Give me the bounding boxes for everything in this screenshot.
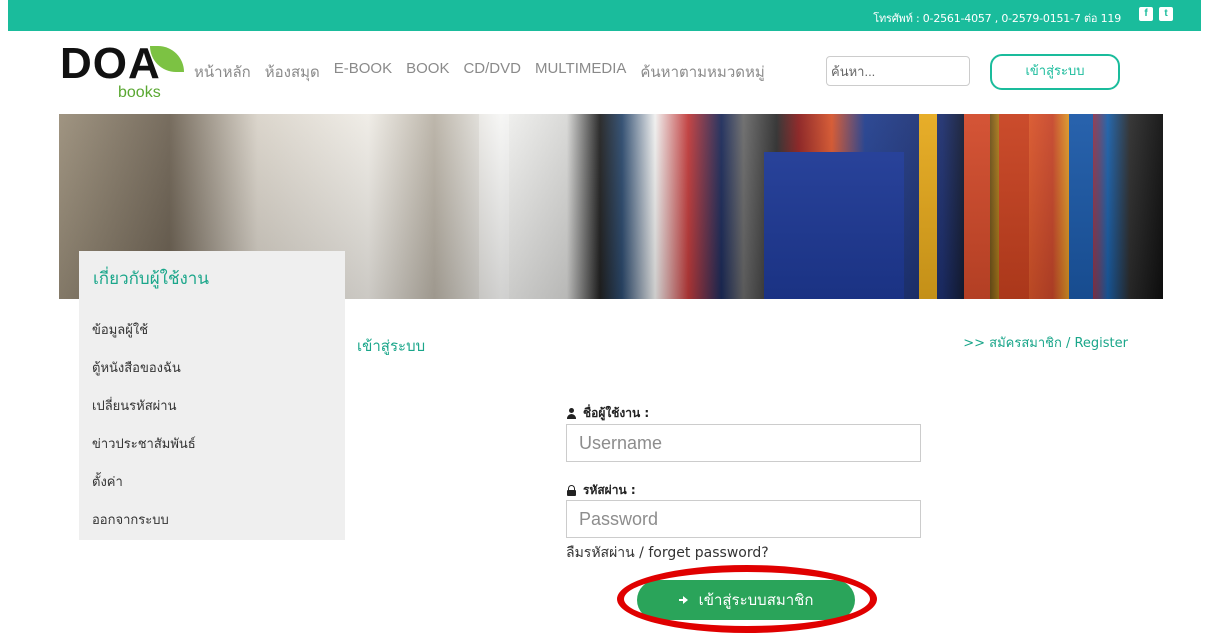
nav-home[interactable]: หน้าหลัก	[194, 60, 251, 84]
password-label-text: รหัสผ่าน :	[583, 483, 636, 497]
nav-ebook[interactable]: E-BOOK	[334, 60, 392, 84]
main-nav: หน้าหลัก ห้องสมุด E-BOOK BOOK CD/DVD MUL…	[194, 60, 779, 84]
highlight-ring	[617, 565, 877, 633]
logo-mark: DOA	[60, 39, 161, 88]
sidebar-title: เกี่ยวกับผู้ใช้งาน	[93, 269, 209, 289]
username-label-text: ชื่อผู้ใช้งาน :	[583, 406, 650, 420]
nav-multimedia[interactable]: MULTIMEDIA	[535, 60, 626, 84]
sidebar-item-change-password[interactable]: เปลี่ยนรหัสผ่าน	[79, 399, 345, 437]
user-icon	[566, 408, 577, 419]
facebook-icon[interactable]: f	[1139, 7, 1153, 21]
logo-subtitle: books	[118, 84, 161, 101]
top-bar: โทรศัพท์ : 0-2561-4057 , 0-2579-0151-7 ต…	[8, 0, 1201, 31]
search-input[interactable]	[826, 56, 970, 86]
user-sidebar: เกี่ยวกับผู้ใช้งาน ข้อมูลผู้ใช้ ตู้หนังส…	[79, 251, 345, 540]
contact-phone: โทรศัพท์ : 0-2561-4057 , 0-2579-0151-7 ต…	[873, 12, 1121, 25]
register-link[interactable]: >> สมัครสมาชิก / Register	[963, 332, 1128, 353]
sidebar-item-logout[interactable]: ออกจากระบบ	[79, 513, 345, 551]
forgot-password-link[interactable]: ลืมรหัสผ่าน / forget password?	[566, 542, 769, 564]
twitter-icon[interactable]: t	[1159, 7, 1173, 21]
username-label: ชื่อผู้ใช้งาน :	[566, 404, 649, 423]
lock-icon	[566, 485, 577, 496]
sidebar-item-user-info[interactable]: ข้อมูลผู้ใช้	[79, 323, 345, 361]
password-label: รหัสผ่าน :	[566, 481, 636, 500]
sidebar-item-settings[interactable]: ตั้งค่า	[79, 475, 345, 513]
page-title: เข้าสู่ระบบ	[357, 337, 426, 355]
nav-library[interactable]: ห้องสมุด	[265, 60, 320, 84]
password-field[interactable]	[566, 500, 921, 538]
sidebar-item-news[interactable]: ข่าวประชาสัมพันธ์	[79, 437, 345, 475]
nav-browse-by-category[interactable]: ค้นหาตามหมวดหมู่	[640, 60, 764, 84]
sidebar-item-my-bookshelf[interactable]: ตู้หนังสือของฉัน	[79, 361, 345, 399]
nav-book[interactable]: BOOK	[406, 60, 449, 84]
header-login-button[interactable]: เข้าสู่ระบบ	[990, 54, 1120, 90]
doa-books-logo[interactable]: DOA books	[60, 42, 190, 104]
username-field[interactable]	[566, 424, 921, 462]
nav-cd-dvd[interactable]: CD/DVD	[463, 60, 521, 84]
